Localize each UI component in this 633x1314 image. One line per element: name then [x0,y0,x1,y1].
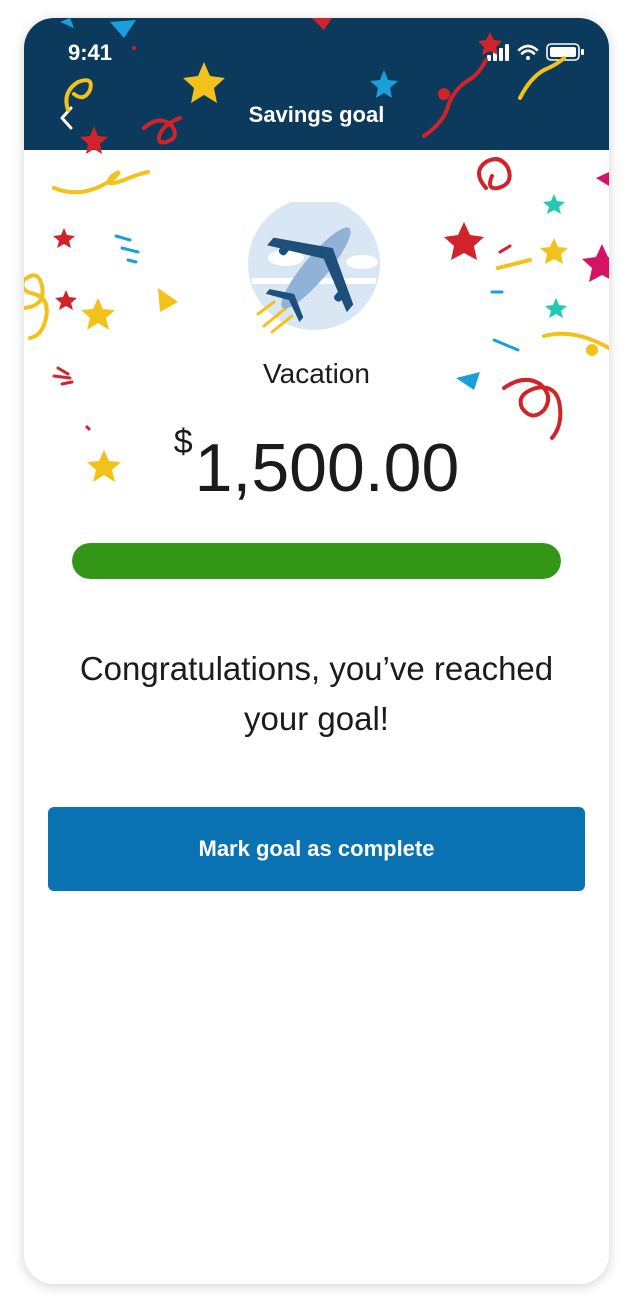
page-title: Savings goal [248,102,385,127]
congratulations-message: Congratulations, you’ve reached your goa… [54,644,579,744]
progress-bar [72,543,561,579]
phone-screen: 9:41 Savings goal Vacation $1,500.00 Con… [24,18,609,1284]
currency-symbol: $ [173,423,193,461]
message-line-1: Congratulations, you’ve reached [79,650,554,687]
goal-amount: $1,500.00 [24,423,609,507]
status-time: 9:41 [68,40,113,65]
goal-name: Vacation [263,358,370,389]
wifi-icon [517,44,539,60]
airplane-icon [248,202,380,334]
mark-complete-button[interactable]: Mark goal as complete [48,807,585,891]
app-header: 9:41 Savings goal [24,18,609,150]
progress-fill [72,543,561,579]
amount-value: 1,500.00 [194,430,460,506]
status-icons [487,43,584,61]
battery-icon [546,43,584,61]
message-line-2: your goal! [244,700,389,737]
signal-icon [487,44,509,61]
